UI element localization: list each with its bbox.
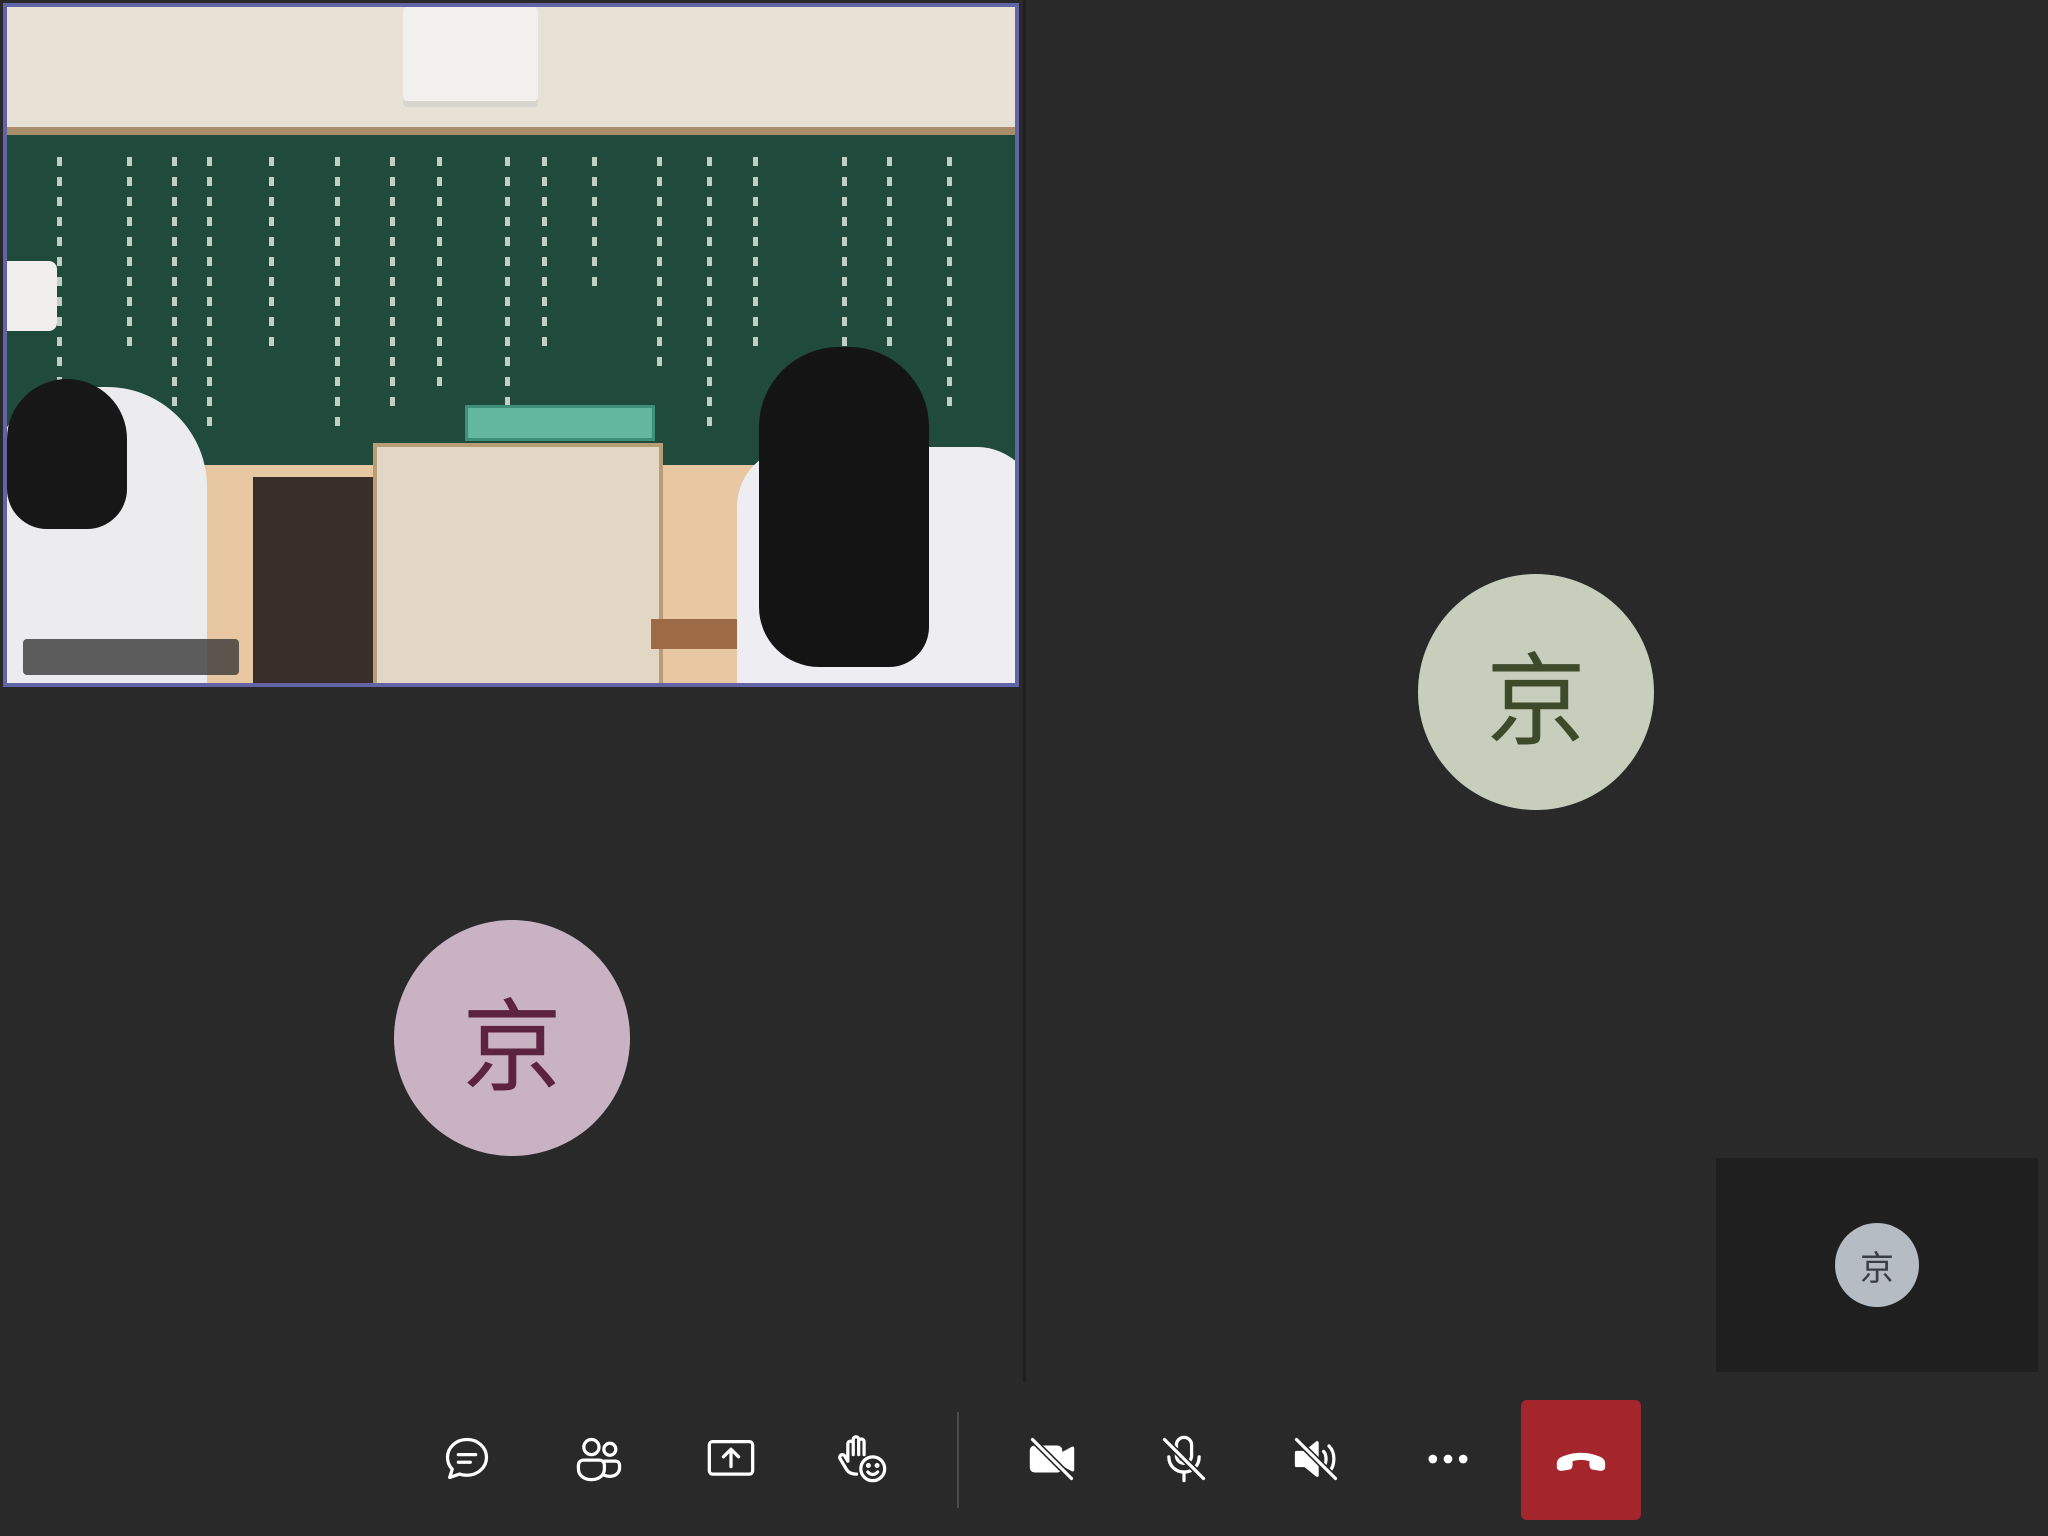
more-options-button[interactable] (1398, 1409, 1498, 1509)
phone-hangup-icon (1556, 1452, 1606, 1471)
reactions-button[interactable] (813, 1409, 913, 1509)
video-projector (403, 7, 538, 107)
chalk-writing (707, 157, 712, 427)
self-avatar[interactable]: 京 (1835, 1223, 1919, 1307)
participant-avatar[interactable]: 京 (1418, 574, 1654, 810)
people-icon (576, 1437, 622, 1482)
video-basket (465, 405, 655, 441)
share-screen-button[interactable] (681, 1409, 781, 1509)
camera-toggle-button[interactable] (1002, 1409, 1102, 1509)
video-lectern (373, 443, 663, 683)
chalk-writing (390, 157, 395, 407)
chalk-writing (887, 157, 892, 357)
chalk-writing (542, 157, 547, 357)
chalk-writing (57, 157, 62, 387)
chalk-writing (127, 157, 132, 357)
ellipsis-icon (1428, 1454, 1468, 1464)
call-control-bar (0, 1382, 2048, 1536)
chalk-writing (269, 157, 274, 357)
video-student-hair (7, 379, 127, 529)
speaker-toggle-button[interactable] (1266, 1409, 1366, 1509)
chalk-writing (207, 157, 212, 427)
call-stage: 京 京 京 (0, 0, 2048, 1382)
chalk-writing (172, 157, 177, 407)
toolbar-divider (957, 1412, 959, 1508)
avatar-initial: 京 (462, 988, 562, 1106)
chalk-writing (657, 157, 662, 377)
speaker-off-icon (1293, 1436, 1339, 1482)
participants-button[interactable] (549, 1409, 649, 1509)
share-tray-icon (707, 1440, 755, 1476)
chat-icon (445, 1437, 489, 1480)
chalk-writing (335, 157, 340, 427)
video-off-icon (1029, 1436, 1075, 1482)
mic-toggle-button[interactable] (1134, 1409, 1234, 1509)
participant-avatar[interactable]: 京 (394, 920, 630, 1156)
participant-video-feed[interactable] (3, 3, 1019, 687)
participant-name-plate (23, 639, 239, 675)
video-cabinet (253, 477, 379, 683)
chalk-writing (753, 157, 758, 357)
chalk-writing (437, 157, 442, 397)
chalk-writing (947, 157, 952, 417)
avatar-initial: 京 (1860, 1248, 1894, 1289)
chalk-writing (505, 157, 510, 407)
video-student-hair (759, 347, 929, 667)
chalk-writing (592, 157, 597, 297)
chat-button[interactable] (417, 1409, 517, 1509)
self-preview-tile[interactable]: 京 (1716, 1158, 2038, 1372)
avatar-initial: 京 (1486, 642, 1586, 760)
raise-hand-emoji-icon (838, 1435, 887, 1483)
video-teacher-arm (7, 261, 57, 331)
mic-off-icon (1161, 1435, 1207, 1483)
participant-tile-left[interactable]: 京 (0, 0, 1023, 1382)
hang-up-button[interactable] (1521, 1400, 1641, 1520)
